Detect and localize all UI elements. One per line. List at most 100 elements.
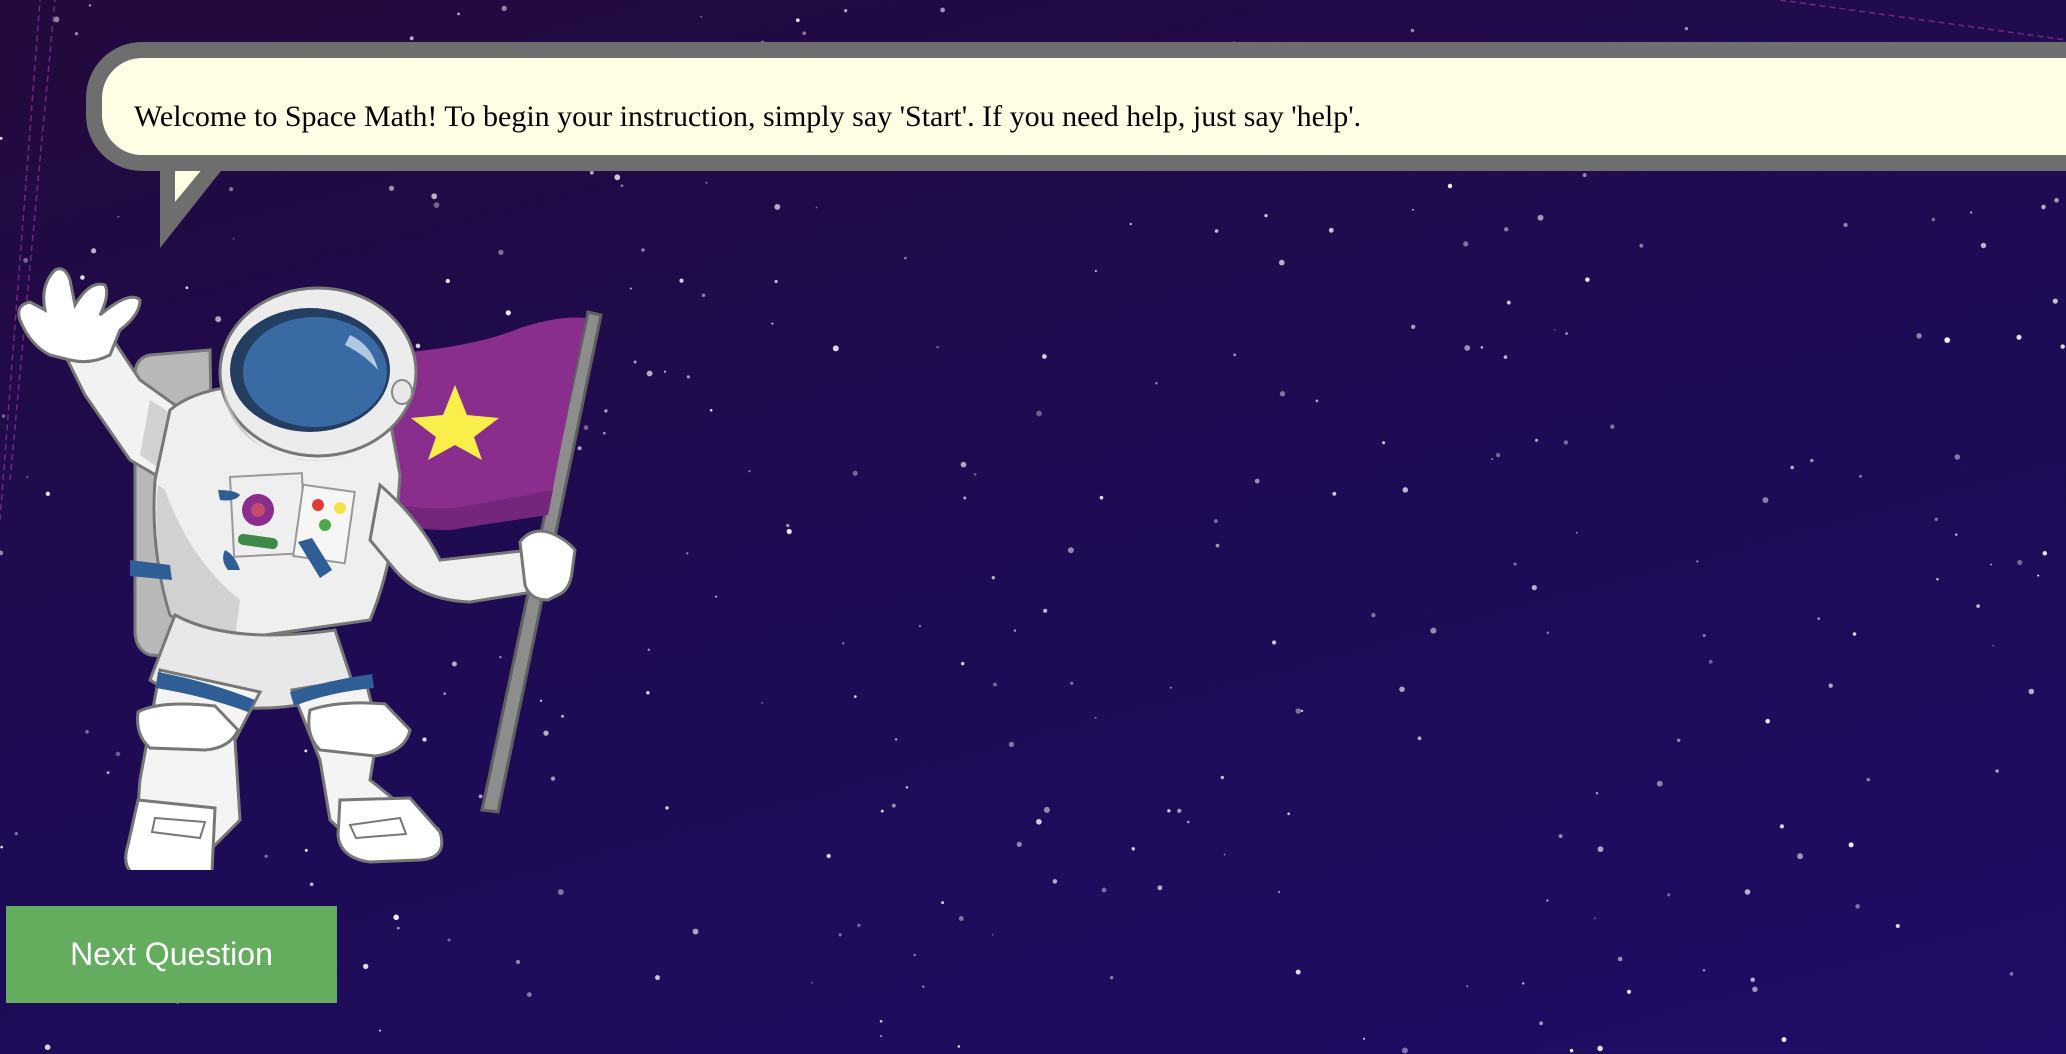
star-dot (433, 202, 440, 208)
star-dot (1575, 531, 1578, 534)
star-dot (1401, 1047, 1408, 1054)
next-question-button[interactable]: Next Question (6, 906, 337, 1003)
star-dot (771, 322, 774, 325)
star-dot (1411, 324, 1416, 329)
star-dot (709, 408, 713, 412)
star-dot (655, 975, 660, 981)
star-dot (1626, 989, 1632, 994)
star-dot (879, 1019, 883, 1023)
star-dot (1585, 277, 1590, 282)
star-dot (1480, 346, 1484, 349)
star-dot (1094, 716, 1097, 719)
star-dot (1214, 229, 1219, 233)
star-dot (991, 933, 994, 936)
star-dot (960, 661, 965, 666)
star-dot (447, 938, 451, 942)
star-dot (1553, 329, 1556, 331)
star-dot (811, 981, 813, 984)
star-dot (1043, 608, 1048, 613)
star-dot (1220, 775, 1224, 780)
star-dot (774, 203, 781, 210)
speech-bubble: Welcome to Space Math! To begin your ins… (86, 42, 2066, 171)
star-dot (1177, 808, 1182, 813)
star-dot (1213, 519, 1218, 524)
star-dot (309, 882, 314, 886)
star-dot (379, 1029, 382, 1032)
star-dot (1563, 440, 1569, 445)
star-dot (1597, 846, 1604, 853)
star-dot (1155, 381, 1158, 385)
star-dot (1399, 686, 1405, 693)
star-dot (1866, 777, 1871, 782)
star-dot (1157, 885, 1163, 891)
star-dot (1569, 1048, 1574, 1053)
star-dot (686, 552, 689, 555)
star-dot (74, 32, 79, 36)
star-dot (1052, 879, 1058, 884)
star-dot (715, 595, 718, 598)
star-dot (1254, 478, 1260, 484)
star-dot (1363, 1037, 1366, 1040)
star-dot (795, 18, 800, 23)
star-dot (1279, 391, 1286, 397)
star-dot (705, 181, 708, 184)
star-dot (629, 287, 632, 290)
star-dot (1597, 1045, 1603, 1052)
decorative-dashed-line (1779, 0, 2066, 41)
star-dot (1762, 497, 1769, 504)
star-dot (1036, 410, 1042, 417)
star-dot (1503, 355, 1508, 359)
star-dot (1954, 454, 1961, 460)
star-dot (844, 9, 848, 13)
star-dot (1750, 977, 1755, 982)
star-dot (1617, 956, 1623, 962)
star-dot (498, 249, 504, 256)
star-dot (1916, 333, 1922, 339)
star-dot (2009, 972, 2014, 976)
star-dot (1546, 631, 1550, 635)
star-dot (1036, 818, 1042, 825)
star-dot (117, 215, 120, 218)
star-dot (2028, 688, 2035, 695)
star-dot (620, 184, 624, 187)
star-dot (1797, 853, 1804, 860)
star-dot (1639, 243, 1644, 248)
star-dot (1656, 780, 1663, 787)
star-dot (2054, 197, 2059, 203)
star-dot (515, 959, 521, 965)
astronaut-with-flag-icon (17, 267, 603, 870)
star-dot (1215, 543, 1220, 548)
star-dot (941, 901, 945, 905)
star-dot (1042, 354, 1047, 359)
star-dot (880, 1035, 883, 1038)
star-dot (1099, 495, 1104, 500)
star-dot (1779, 824, 1785, 829)
star-dot (1895, 923, 1900, 929)
star-dot (679, 278, 684, 283)
star-dot (1067, 547, 1074, 554)
star-dot (1565, 332, 1568, 335)
star-dot (905, 786, 909, 789)
star-dot (692, 928, 699, 935)
star-dot (1781, 1037, 1787, 1043)
star-dot (1504, 227, 1509, 232)
star-dot (1295, 708, 1302, 714)
star-dot (774, 279, 778, 284)
star-dot (393, 914, 400, 921)
star-dot (641, 248, 645, 252)
star-dot (1539, 1021, 1543, 1026)
star-dot (2060, 344, 2065, 349)
star-dot (1233, 353, 1237, 357)
star-dot (1513, 562, 1517, 566)
star-dot (748, 469, 751, 473)
star-dot (1531, 584, 1537, 591)
star-dot (2016, 334, 2022, 340)
star-dot (1931, 217, 1936, 222)
star-dot (963, 496, 967, 500)
star-dot (1667, 893, 1671, 897)
star-dot (853, 695, 857, 698)
star-dot (1859, 475, 1862, 478)
star-dot (664, 370, 667, 373)
star-dot (761, 702, 763, 704)
star-dot (1332, 491, 1337, 496)
